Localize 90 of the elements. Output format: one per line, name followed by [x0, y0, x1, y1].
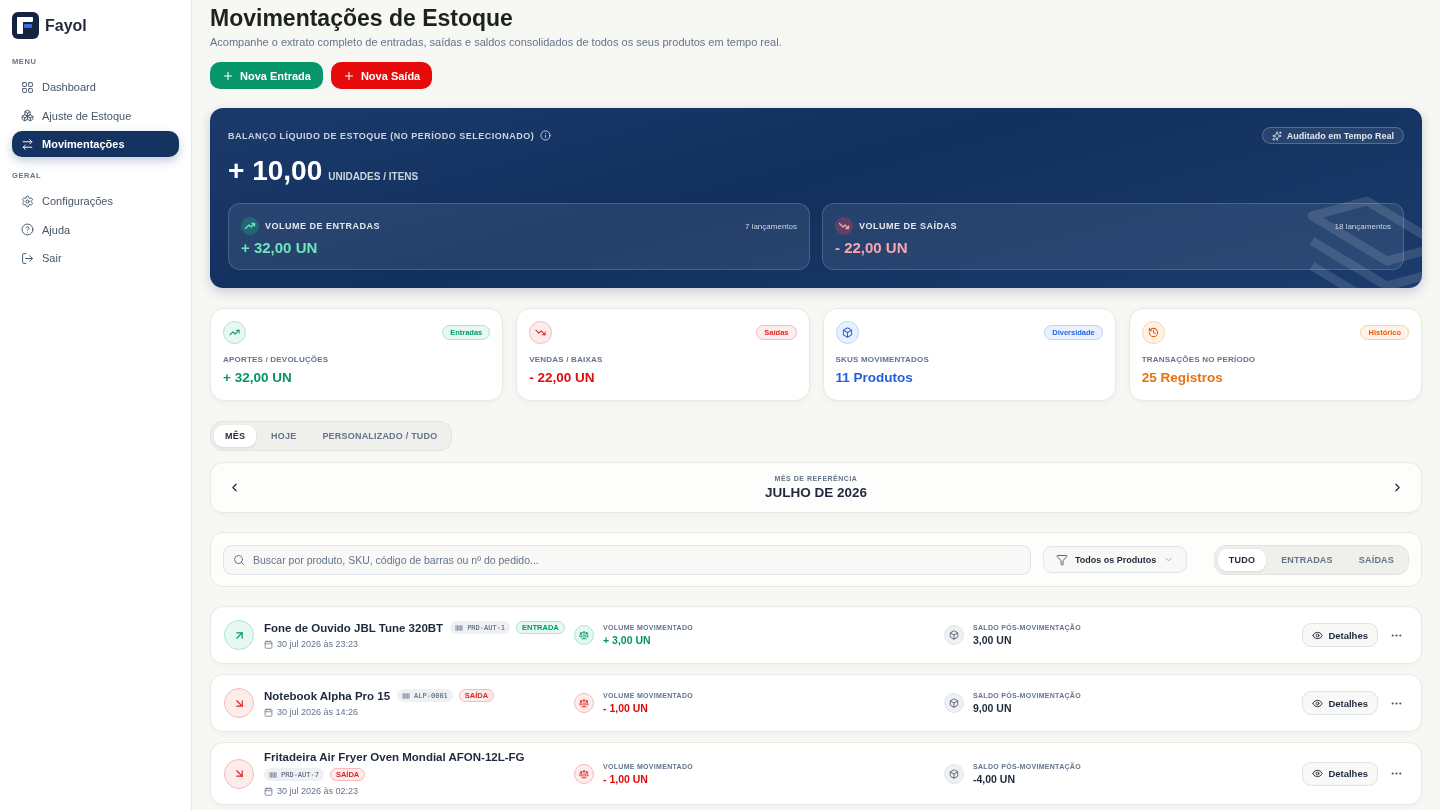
balance-amount: 9,00 UN — [973, 702, 1013, 714]
new-entry-button[interactable]: Nova Entrada — [210, 62, 323, 89]
arrow-down-right-icon — [224, 758, 254, 789]
balance-title: BALANÇO LÍQUIDO DE ESTOQUE (NO PERÍODO SELECIONADO) — [228, 130, 535, 141]
grid-icon — [21, 80, 34, 94]
history-icon — [1141, 321, 1165, 344]
sparkle-icon — [1271, 130, 1282, 141]
volume-label: VOLUME DE SAÍDAS — [859, 221, 958, 231]
entry-count: 18 lançamentos — [1334, 221, 1391, 231]
volume-value: + 32,00 UN — [241, 239, 319, 256]
trending-up-icon — [223, 321, 246, 344]
volume-amount: - 1,00 UN — [603, 772, 649, 785]
boxes-icon — [21, 109, 34, 122]
trending-down-icon — [529, 321, 553, 344]
balance-unit: UNIDADES / ITENS — [328, 171, 419, 182]
cube-icon — [944, 763, 964, 784]
settings-icon — [21, 194, 34, 208]
eye-icon — [1312, 697, 1324, 709]
balance-amount: -4,00 UN — [973, 772, 1016, 785]
plus-icon — [222, 69, 234, 82]
filter-icon — [1056, 553, 1068, 566]
cube-icon — [944, 625, 964, 645]
nav-item[interactable]: Sair — [12, 245, 179, 271]
product-name: Notebook Alpha Pro 15 — [264, 689, 391, 702]
balance-amount: 3,00 UN — [973, 634, 1013, 646]
volume-amount: - 1,00 UN — [603, 702, 649, 714]
help-icon — [21, 223, 34, 236]
audit-badge: Auditado em Tempo Real — [1261, 127, 1404, 144]
period-tab[interactable]: HOJE — [260, 425, 308, 447]
entry-count: 7 lançamentos — [744, 221, 797, 231]
scale-icon — [574, 625, 594, 645]
cube-icon — [944, 693, 964, 713]
barcode-icon — [269, 770, 277, 779]
calendar-icon — [264, 707, 273, 717]
logout-icon — [21, 251, 34, 265]
page-title: Movimentações de Estoque — [210, 5, 514, 31]
movement-date: 30 jul 2026 às 23:23 — [277, 639, 359, 649]
nav-item[interactable]: Configurações — [12, 188, 179, 214]
plus-icon — [342, 69, 355, 82]
type-tab[interactable]: TUDO — [1217, 548, 1267, 571]
cube-icon — [835, 321, 859, 344]
arrow-down-right-icon — [224, 688, 254, 718]
period-tab[interactable]: PERSONALIZADO / TUDO — [311, 425, 449, 447]
scale-icon — [574, 693, 594, 713]
stat-value: 11 Produtos — [835, 370, 914, 385]
details-button[interactable]: Detalhes — [1302, 691, 1378, 715]
arrows-exchange-icon — [21, 137, 34, 151]
barcode-icon — [455, 623, 464, 632]
volume-value: - 22,00 UN — [835, 239, 909, 256]
volume-label: VOLUME DE ENTRADAS — [265, 221, 381, 231]
stat-value: - 22,00 UN — [529, 370, 596, 385]
type-tab[interactable]: ENTRADAS — [1270, 548, 1344, 571]
product-name: Fritadeira Air Fryer Oven Mondial AFON-12L-FG — [264, 751, 525, 763]
product-filter-dropdown[interactable]: Todos os Produtos — [1043, 546, 1188, 573]
search-field[interactable]: Buscar por produto, SKU, código de barras ou nº do pedido... — [223, 544, 1031, 575]
balance-value: + 10,00 — [228, 154, 323, 188]
eye-icon — [1312, 768, 1324, 779]
nav-item[interactable]: Ajuda — [12, 216, 179, 243]
stat-value: 25 Registros — [1141, 370, 1224, 385]
volume-amount: + 3,00 UN — [603, 634, 652, 646]
calendar-icon — [264, 639, 273, 649]
calendar-icon — [264, 786, 273, 796]
movement-date: 30 jul 2026 às 14:26 — [277, 707, 359, 717]
product-name: Fone de Ouvido JBL Tune 320BT — [264, 621, 444, 634]
info-icon[interactable] — [540, 130, 552, 141]
details-button[interactable]: Detalhes — [1302, 623, 1378, 647]
eye-icon — [1312, 629, 1324, 641]
type-tab[interactable]: SAÍDAS — [1347, 548, 1405, 571]
arrow-up-right-icon — [224, 620, 254, 650]
month-value: JULHO DE 2026 — [764, 485, 867, 500]
period-tab[interactable]: MÊS — [214, 425, 257, 447]
stat-label: TRANSAÇÕES NO PERÍODO — [1141, 355, 1257, 364]
logo-icon — [12, 12, 39, 39]
trending-down-icon — [835, 217, 853, 235]
brand-name: Fayol — [45, 16, 87, 35]
details-button[interactable]: Detalhes — [1302, 761, 1378, 786]
nav-item[interactable]: Movimentações — [12, 131, 179, 157]
trending-up-icon — [241, 217, 259, 235]
page-subtitle: Acompanhe o extrato completo de entradas, saídas e saldos consolidados de todos os seus produtos em tempo real. — [210, 36, 783, 48]
scale-icon — [574, 763, 594, 784]
stat-label: SKUS MOVIMENTADOS — [835, 355, 930, 364]
barcode-icon — [402, 691, 411, 700]
nav-item[interactable]: Dashboard — [12, 74, 179, 100]
search-icon — [233, 553, 245, 566]
movement-date: 30 jul 2026 às 02:23 — [277, 786, 359, 796]
new-exit-button[interactable]: Nova Saída — [330, 62, 433, 89]
nav-item[interactable]: Ajuste de Estoque — [12, 102, 179, 129]
stat-label: VENDAS / BAIXAS — [529, 355, 604, 364]
stat-label: APORTES / DEVOLUÇÕES — [223, 355, 330, 364]
stat-value: + 32,00 UN — [223, 370, 293, 385]
